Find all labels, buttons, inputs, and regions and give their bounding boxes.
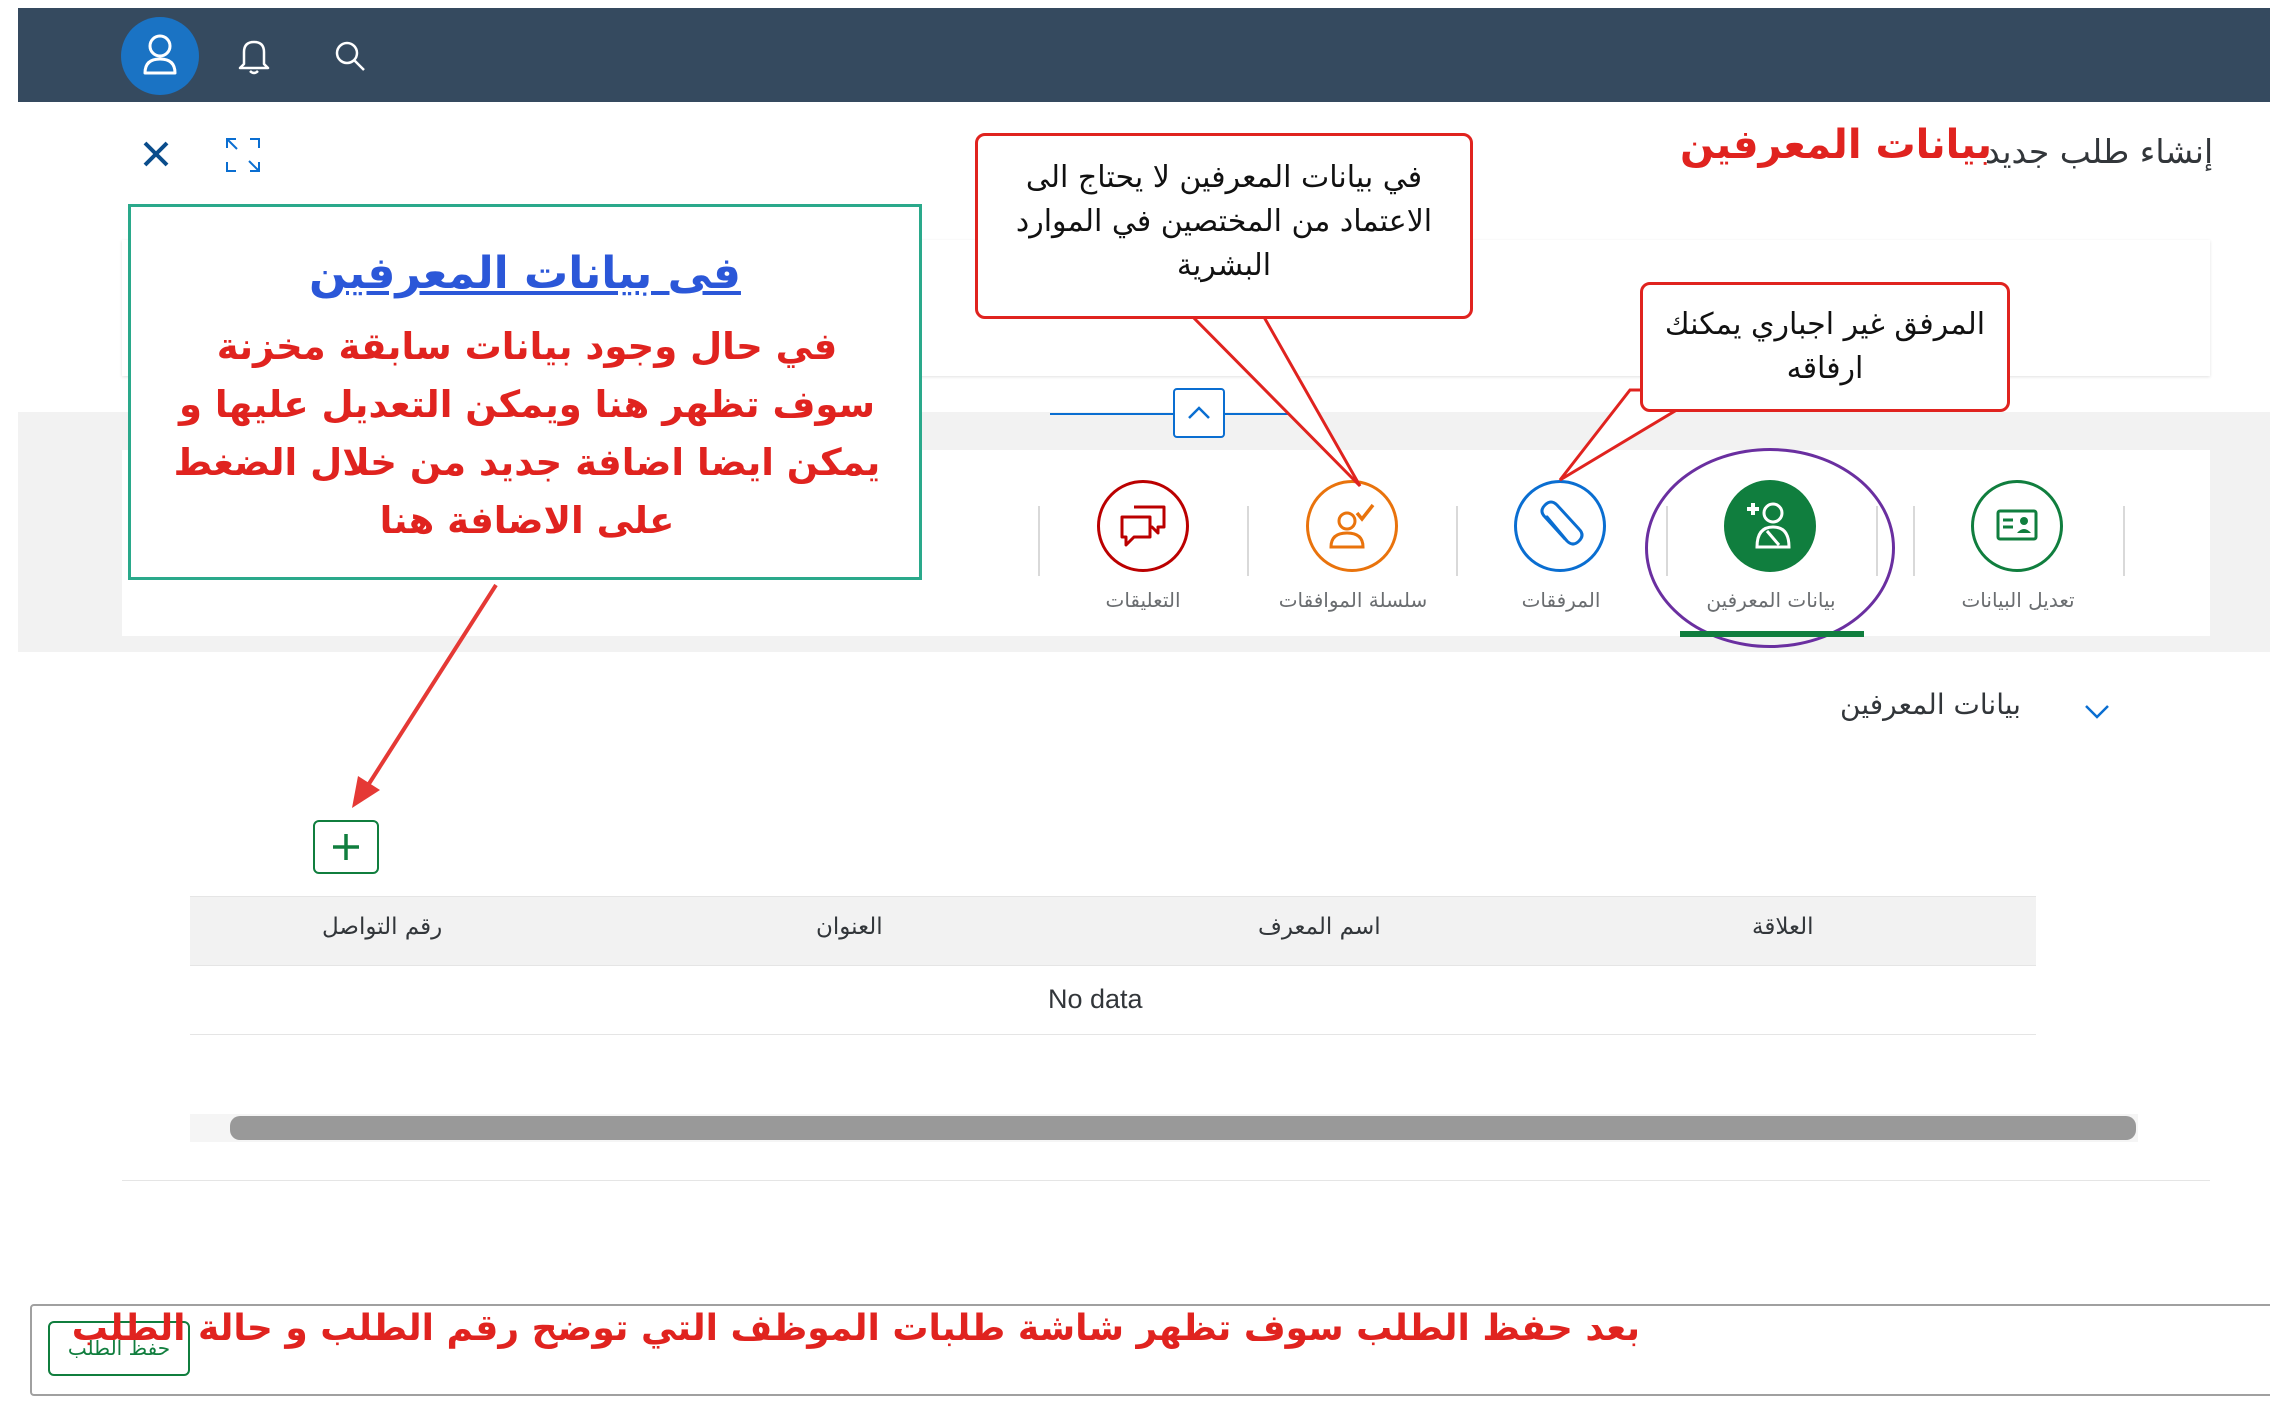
callout-pointer [1182,308,1362,488]
hr-approval-callout: في بيانات المعرفين لا يحتاج الى الاعتماد… [975,133,1473,319]
referees-annotation-title: فى بيانات المعرفين [309,248,741,299]
attachment-optional-callout: المرفق غير اجباري يمكنك ارفاقه [1640,282,2010,412]
referees-annotation-body: في حال وجود بيانات سابقة مخزنة سوف تظهر … [173,325,881,542]
footer-annotation-note: بعد حفظ الطلب سوف تظهر شاشة طلبات الموظف… [71,1308,1640,1349]
